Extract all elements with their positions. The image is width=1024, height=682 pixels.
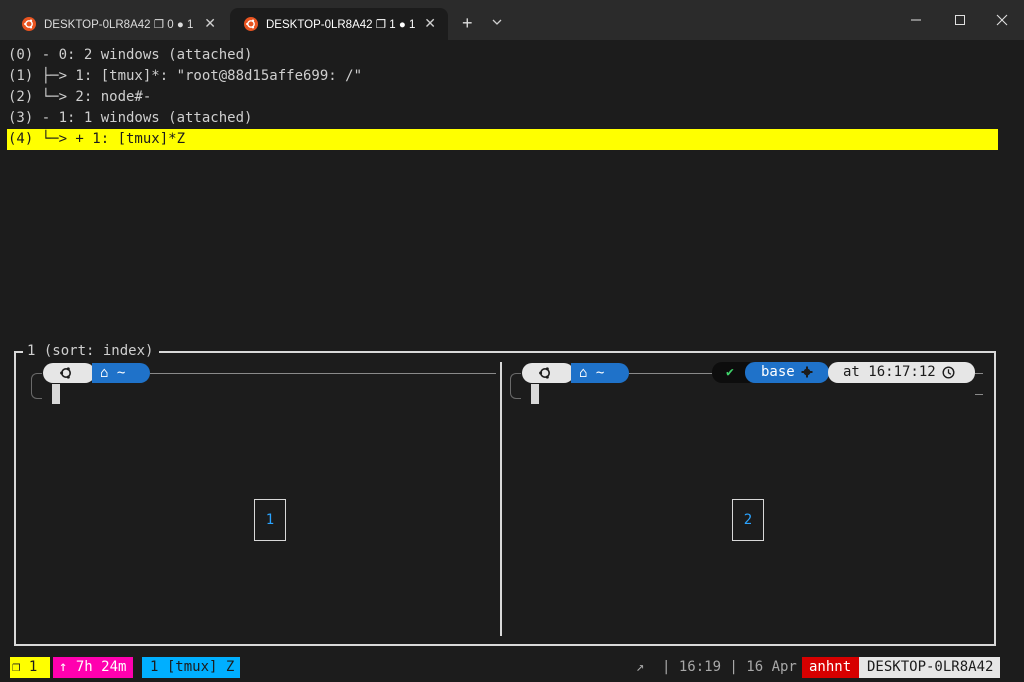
preview-frame <box>14 351 996 646</box>
ubuntu-icon <box>244 17 258 31</box>
tree-item-window-2[interactable]: (2) └─> 2: node#- <box>8 87 151 108</box>
tree-item-session-1[interactable]: (3) - 1: 1 windows (attached) <box>8 108 252 129</box>
status-window[interactable]: 1 [tmux] Z <box>142 657 240 678</box>
tab-session-0[interactable]: DESKTOP-0LR8A42 ❐ 0 ● 1 [tmux] ✕ <box>8 8 228 40</box>
prompt-bracket <box>510 373 521 399</box>
ubuntu-icon <box>539 367 550 379</box>
prompt-rule <box>975 394 983 395</box>
close-icon[interactable]: ✕ <box>424 16 436 30</box>
clock-icon <box>942 366 955 379</box>
pane-divider <box>500 362 502 636</box>
tab-session-1[interactable]: DESKTOP-0LR8A42 ❐ 1 ● 1 [tmux] ✕ <box>230 8 448 40</box>
ubuntu-icon <box>60 367 71 379</box>
new-tab-button[interactable]: + <box>462 14 473 32</box>
prompt-bracket <box>31 373 42 399</box>
env-label: base <box>761 364 795 380</box>
terminal-cursor <box>52 384 60 404</box>
pane-number-1[interactable]: 1 <box>254 499 286 541</box>
check-icon: ✔ <box>726 365 734 380</box>
terminal-cursor <box>531 384 539 404</box>
chevron-down-icon[interactable] <box>490 15 504 29</box>
pane-number-2[interactable]: 2 <box>732 499 764 541</box>
conda-env-segment: base <box>745 362 829 383</box>
tree-item-session-0[interactable]: (0) - 0: 2 windows (attached) <box>8 45 252 66</box>
time-segment: at 16:17:12 <box>828 362 975 383</box>
status-user: anhnt <box>802 657 859 678</box>
tab-label: DESKTOP-0LR8A42 ❐ 1 ● 1 [tmux] <box>266 19 416 31</box>
tab-label: DESKTOP-0LR8A42 ❐ 0 ● 1 [tmux] <box>44 19 194 31</box>
ubuntu-icon <box>22 17 36 31</box>
status-uptime: ↑ 7h 24m <box>53 657 133 678</box>
status-session: ❐ 1 <box>10 657 50 678</box>
prompt-os-segment <box>522 363 574 383</box>
title-bar: DESKTOP-0LR8A42 ❐ 0 ● 1 [tmux] ✕ DESKTOP… <box>0 0 1024 40</box>
gear-icon <box>801 366 813 378</box>
prompt-os-segment <box>43 363 95 383</box>
close-icon[interactable]: ✕ <box>204 16 216 30</box>
prompt-home-segment: ⌂ ~ <box>92 363 150 383</box>
prompt-home-segment: ⌂ ~ <box>571 363 629 383</box>
maximize-button[interactable] <box>940 6 980 34</box>
status-host: DESKTOP-0LR8A42 <box>859 657 1000 678</box>
tree-item-window-1[interactable]: (1) ├─> 1: [tmux]*: "root@88d15affe699: … <box>8 66 362 87</box>
preview-title: 1 (sort: index) <box>23 343 160 359</box>
minimize-button[interactable] <box>896 6 936 34</box>
prompt-rule <box>150 373 496 374</box>
status-clock: | 16:19 | 16 Apr <box>662 659 797 675</box>
prompt-time: at 16:17:12 <box>843 364 936 380</box>
status-arrow: ↗ <box>636 659 645 675</box>
prompt-rule <box>629 373 712 374</box>
prompt-rule <box>975 373 983 374</box>
tree-item-selected[interactable]: (4) └─> + 1: [tmux]*Z <box>7 129 998 150</box>
close-window-button[interactable] <box>982 6 1022 34</box>
